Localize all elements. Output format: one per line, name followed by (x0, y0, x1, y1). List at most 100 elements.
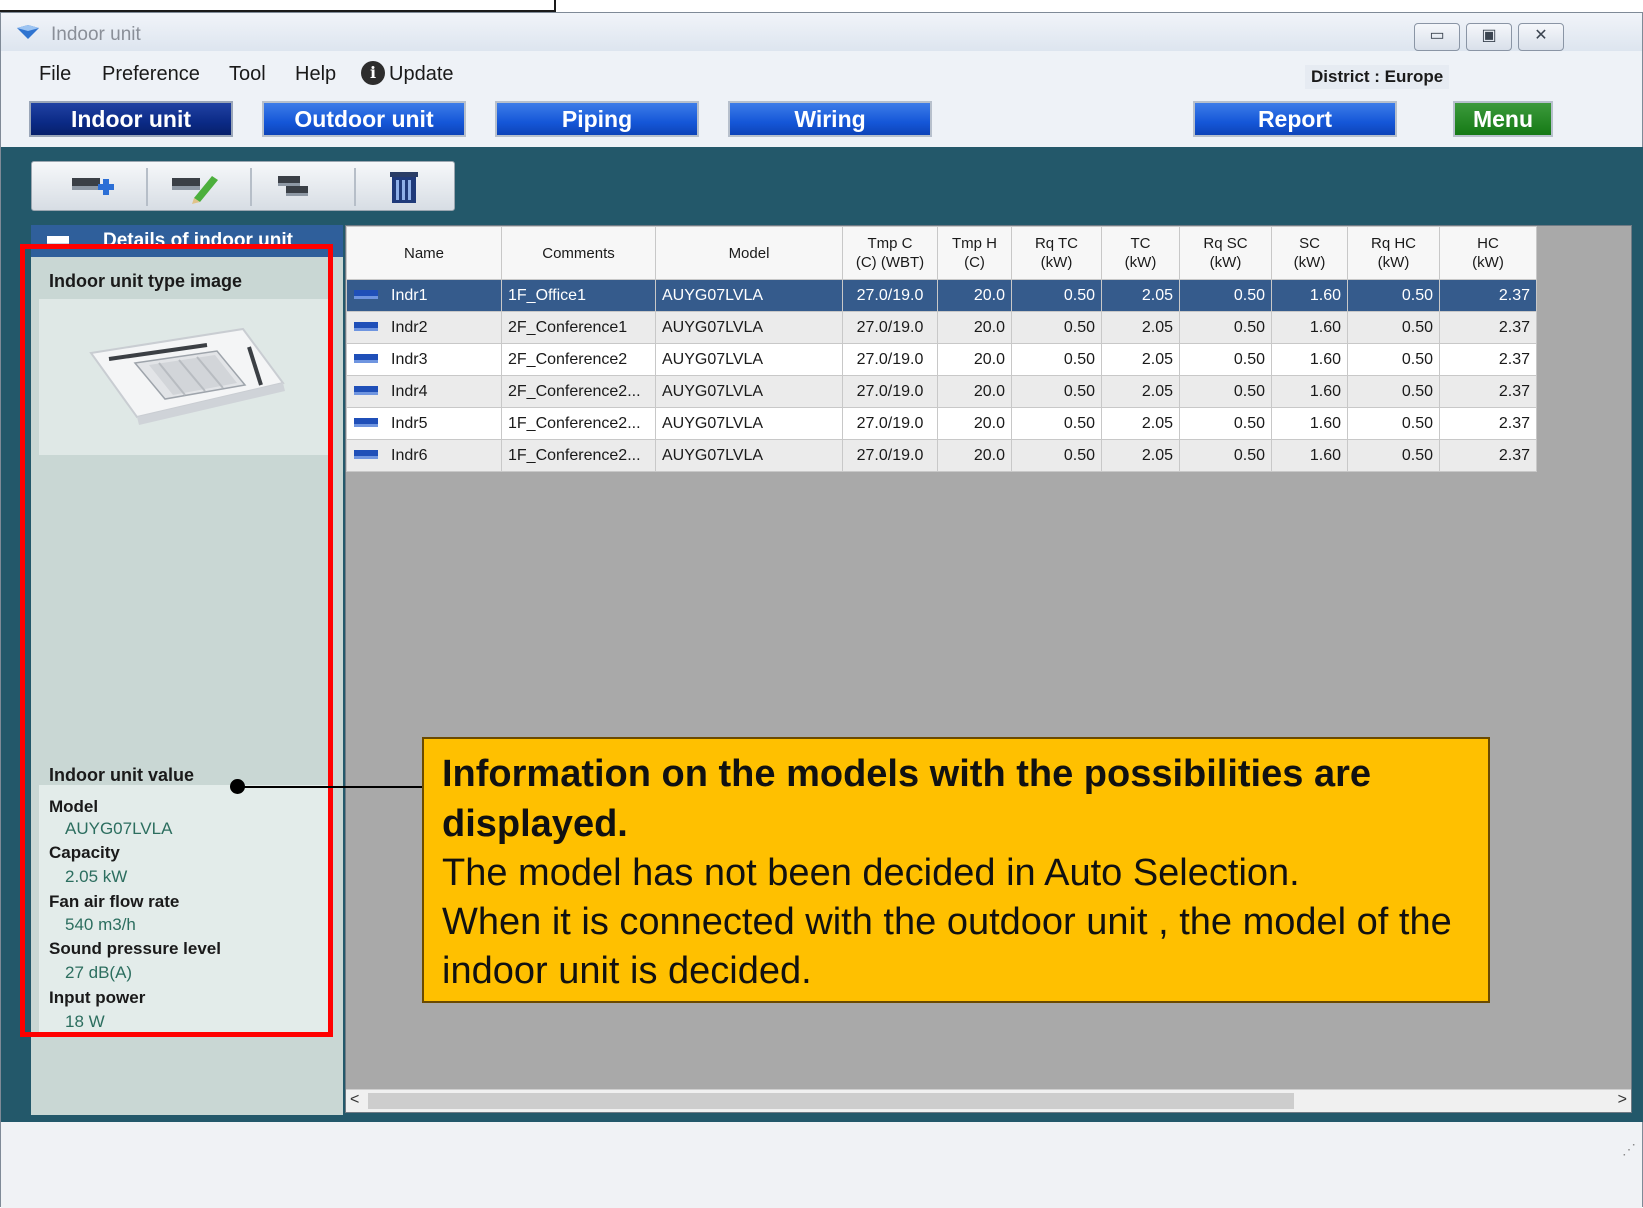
cell-hc[interactable]: 2.37 (1439, 279, 1537, 312)
close-button[interactable]: ✕ (1518, 23, 1564, 51)
column-header[interactable]: SC (kW) (1271, 226, 1348, 280)
cell-rqhc[interactable]: 0.50 (1347, 279, 1440, 312)
column-header[interactable]: Model (655, 226, 843, 280)
maximize-button[interactable]: ▣ (1466, 23, 1512, 51)
cell-name[interactable]: Indr1 (346, 279, 502, 312)
cell-name[interactable]: Indr4 (346, 375, 502, 408)
cell-rqhc[interactable]: 0.50 (1347, 375, 1440, 408)
cell-tmph[interactable]: 20.0 (937, 439, 1012, 472)
cell-sc[interactable]: 1.60 (1271, 311, 1348, 344)
cell-rqhc[interactable]: 0.50 (1347, 343, 1440, 376)
cell-tmpc[interactable]: 27.0/19.0 (842, 439, 938, 472)
cell-comments[interactable]: 1F_Conference2... (501, 439, 656, 472)
tab-report[interactable]: Report (1193, 101, 1397, 137)
cell-sc[interactable]: 1.60 (1271, 279, 1348, 312)
cell-rqsc[interactable]: 0.50 (1179, 311, 1272, 344)
cell-sc[interactable]: 1.60 (1271, 343, 1348, 376)
cell-hc[interactable]: 2.37 (1439, 375, 1537, 408)
cell-hc[interactable]: 2.37 (1439, 439, 1537, 472)
cell-tc[interactable]: 2.05 (1101, 279, 1180, 312)
cell-hc[interactable]: 2.37 (1439, 343, 1537, 376)
cell-rqtc[interactable]: 0.50 (1011, 439, 1102, 472)
cell-model[interactable]: AUYG07LVLA (655, 375, 843, 408)
cell-tmpc[interactable]: 27.0/19.0 (842, 279, 938, 312)
column-header[interactable]: Tmp H (C) (937, 226, 1012, 280)
cell-rqtc[interactable]: 0.50 (1011, 375, 1102, 408)
cell-rqtc[interactable]: 0.50 (1011, 311, 1102, 344)
cell-model[interactable]: AUYG07LVLA (655, 407, 843, 440)
cell-comments[interactable]: 2F_Conference2 (501, 343, 656, 376)
add-unit-icon[interactable] (62, 168, 122, 206)
table-row[interactable]: Indr4 2F_Conference2... AUYG07LVLA 27.0/19.… (346, 375, 1537, 408)
cell-name[interactable]: Indr6 (346, 439, 502, 472)
table-row[interactable]: Indr1 1F_Office1 AUYG07LVLA 27.0/19.0 20.0 0.… (346, 279, 1537, 312)
cell-comments[interactable]: 1F_Office1 (501, 279, 656, 312)
cell-tmph[interactable]: 20.0 (937, 311, 1012, 344)
menu-help[interactable]: Help (295, 63, 336, 86)
cell-rqsc[interactable]: 0.50 (1179, 279, 1272, 312)
column-header[interactable]: Comments (501, 226, 656, 280)
menu-file[interactable]: File (39, 63, 71, 86)
cell-name[interactable]: Indr2 (346, 311, 502, 344)
column-header[interactable]: Rq SC (kW) (1179, 226, 1272, 280)
column-header[interactable]: TC (kW) (1101, 226, 1180, 280)
scroll-right-icon[interactable]: > (1618, 1091, 1627, 1109)
cell-tmpc[interactable]: 27.0/19.0 (842, 311, 938, 344)
cell-rqsc[interactable]: 0.50 (1179, 407, 1272, 440)
cell-comments[interactable]: 1F_Conference2... (501, 407, 656, 440)
cell-tc[interactable]: 2.05 (1101, 407, 1180, 440)
cell-tmph[interactable]: 20.0 (937, 407, 1012, 440)
cell-tc[interactable]: 2.05 (1101, 439, 1180, 472)
cell-model[interactable]: AUYG07LVLA (655, 343, 843, 376)
tab-piping[interactable]: Piping (495, 101, 699, 137)
column-header[interactable]: Rq HC (kW) (1347, 226, 1440, 280)
cell-tmpc[interactable]: 27.0/19.0 (842, 343, 938, 376)
menu-tool[interactable]: Tool (229, 63, 266, 86)
cell-tmph[interactable]: 20.0 (937, 279, 1012, 312)
cell-tc[interactable]: 2.05 (1101, 343, 1180, 376)
column-header[interactable]: Rq TC (kW) (1011, 226, 1102, 280)
cell-rqhc[interactable]: 0.50 (1347, 407, 1440, 440)
table-row[interactable]: Indr3 2F_Conference2 AUYG07LVLA 27.0/19.0 20… (346, 343, 1537, 376)
cell-rqtc[interactable]: 0.50 (1011, 343, 1102, 376)
minimize-button[interactable]: ▭ (1414, 23, 1460, 51)
cell-hc[interactable]: 2.37 (1439, 407, 1537, 440)
cell-tmpc[interactable]: 27.0/19.0 (842, 407, 938, 440)
cell-tc[interactable]: 2.05 (1101, 375, 1180, 408)
cell-name[interactable]: Indr3 (346, 343, 502, 376)
cell-sc[interactable]: 1.60 (1271, 375, 1348, 408)
cell-hc[interactable]: 2.37 (1439, 311, 1537, 344)
menu-update[interactable]: Update (389, 63, 454, 86)
tab-outdoor-unit[interactable]: Outdoor unit (262, 101, 466, 137)
table-row[interactable]: Indr6 1F_Conference2... AUYG07LVLA 27.0/19.… (346, 439, 1537, 472)
cell-rqsc[interactable]: 0.50 (1179, 343, 1272, 376)
column-header[interactable]: HC (kW) (1439, 226, 1537, 280)
cell-rqhc[interactable]: 0.50 (1347, 311, 1440, 344)
menu-button[interactable]: Menu (1453, 101, 1553, 137)
cell-rqsc[interactable]: 0.50 (1179, 375, 1272, 408)
cell-sc[interactable]: 1.60 (1271, 407, 1348, 440)
edit-unit-icon[interactable] (164, 168, 224, 206)
column-header[interactable]: Tmp C (C) (WBT) (842, 226, 938, 280)
cell-model[interactable]: AUYG07LVLA (655, 311, 843, 344)
cell-sc[interactable]: 1.60 (1271, 439, 1348, 472)
scroll-thumb[interactable] (368, 1093, 1294, 1109)
tab-wiring[interactable]: Wiring (728, 101, 932, 137)
table-row[interactable]: Indr2 2F_Conference1 AUYG07LVLA 27.0/19.0 20… (346, 311, 1537, 344)
delete-icon[interactable] (374, 168, 434, 206)
cell-model[interactable]: AUYG07LVLA (655, 439, 843, 472)
menu-preference[interactable]: Preference (102, 63, 200, 86)
cell-tmph[interactable]: 20.0 (937, 343, 1012, 376)
table-row[interactable]: Indr5 1F_Conference2... AUYG07LVLA 27.0/19.… (346, 407, 1537, 440)
cell-rqtc[interactable]: 0.50 (1011, 279, 1102, 312)
horizontal-scrollbar[interactable]: < > (346, 1089, 1631, 1112)
column-header[interactable]: Name (346, 226, 502, 280)
cell-rqhc[interactable]: 0.50 (1347, 439, 1440, 472)
tab-indoor-unit[interactable]: Indoor unit (29, 101, 233, 137)
cell-comments[interactable]: 2F_Conference2... (501, 375, 656, 408)
cell-model[interactable]: AUYG07LVLA (655, 279, 843, 312)
resize-grip-icon[interactable]: ⋰ (1622, 1141, 1636, 1158)
copy-unit-icon[interactable] (264, 168, 324, 206)
cell-tmph[interactable]: 20.0 (937, 375, 1012, 408)
cell-rqsc[interactable]: 0.50 (1179, 439, 1272, 472)
